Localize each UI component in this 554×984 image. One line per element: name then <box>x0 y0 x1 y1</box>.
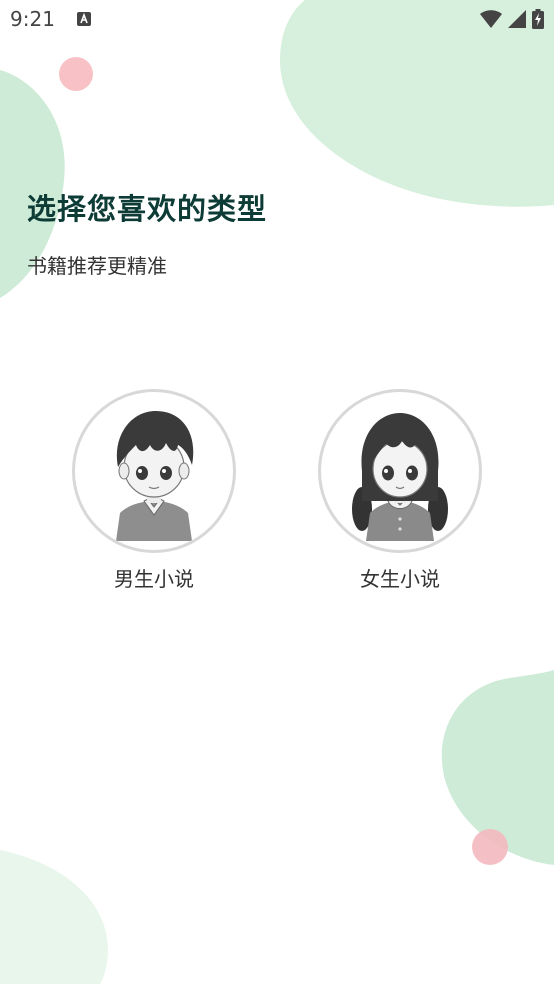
bottom-left-blob <box>0 850 108 984</box>
page-subtitle: 书籍推荐更精准 <box>27 254 167 278</box>
female-avatar-ring[interactable] <box>318 389 482 553</box>
bottom-pink-dot <box>472 829 508 865</box>
a-letter-icon <box>76 12 91 26</box>
cellular-signal-icon <box>508 10 526 28</box>
female-novel-option[interactable]: 女生小说 <box>314 389 486 592</box>
status-bar: 9:21 <box>0 0 554 38</box>
male-avatar-ring[interactable] <box>72 389 236 553</box>
status-left: 9:21 <box>10 7 91 31</box>
status-right <box>480 9 544 29</box>
girl-avatar-icon <box>352 413 448 541</box>
battery-charging-icon <box>532 9 544 29</box>
page-title: 选择您喜欢的类型 <box>27 192 268 226</box>
male-novel-label: 男生小说 <box>114 567 194 591</box>
wifi-icon <box>480 10 502 28</box>
boy-avatar-icon <box>116 411 194 541</box>
male-novel-option[interactable]: 男生小说 <box>68 389 240 592</box>
female-novel-label: 女生小说 <box>360 567 440 591</box>
status-time: 9:21 <box>10 7 55 31</box>
top-pink-dot <box>59 57 93 91</box>
